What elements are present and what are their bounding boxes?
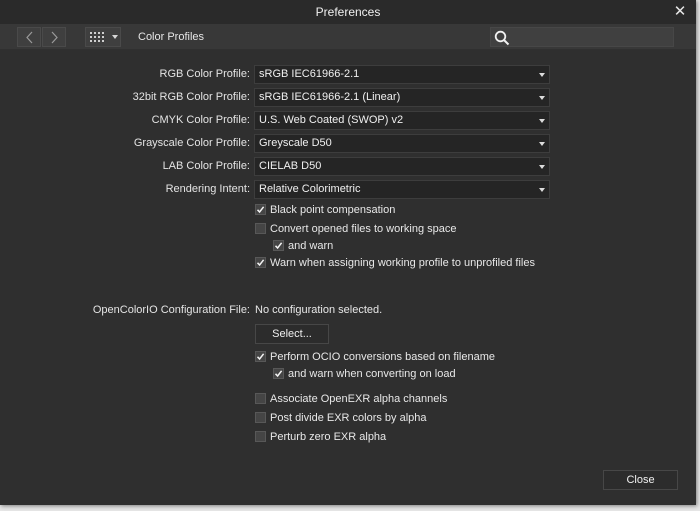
rendering-intent-label: Rendering Intent: [165,183,250,195]
checkmark-icon [256,259,265,267]
window-title: Preferences [315,5,381,19]
checkmark-icon [256,206,265,214]
forward-button[interactable] [42,27,66,47]
section-title: Color Profiles [138,31,205,43]
checkbox-label: Warn when assigning working profile to u… [270,257,535,269]
lab-profile-label: LAB Color Profile: [162,160,250,172]
cmyk-profile-dropdown[interactable]: U.S. Web Coated (SWOP) v2 [254,111,550,130]
checkbox[interactable] [255,431,266,442]
checkbox[interactable] [255,223,266,234]
checkbox[interactable] [273,240,284,251]
cmyk-profile-label: CMYK Color Profile: [151,114,250,126]
chevron-left-icon [26,31,33,44]
dropdown-arrow-icon [539,73,545,77]
lab-profile-dropdown[interactable]: CIELAB D50 [254,157,550,176]
checkbox-label: Perform OCIO conversions based on filena… [270,351,495,363]
dropdown-arrow-icon [539,165,545,169]
toolbar: Color Profiles [0,24,696,50]
checkbox-label: Associate OpenEXR alpha channels [270,393,448,405]
search-icon [494,30,510,46]
select-ocio-config-button[interactable]: Select... [255,324,329,344]
rendering-intent-dropdown[interactable]: Relative Colorimetric [254,180,550,199]
search-input[interactable] [513,29,671,45]
dropdown-arrow-icon [539,96,545,100]
grid-icon [90,32,104,42]
dropdown-value: sRGB IEC61966-2.1 [259,68,360,80]
rgb32-profile-label: 32bit RGB Color Profile: [132,91,250,103]
checkbox-label: and warn [288,240,334,252]
close-window-icon[interactable]: ✕ [672,0,688,24]
chevron-right-icon [51,31,58,44]
checkbox[interactable] [255,204,266,215]
preferences-window: Preferences ✕ Color Profiles RGB Color P… [0,0,696,505]
rgb-profile-label: RGB Color Profile: [159,68,250,80]
checkbox-label: Post divide EXR colors by alpha [270,412,427,424]
checkmark-icon [274,242,283,250]
checkbox[interactable] [255,257,266,268]
dropdown-value: Relative Colorimetric [259,183,361,195]
close-button[interactable]: Close [603,470,678,490]
checkmark-icon [256,353,265,361]
grayscale-profile-dropdown[interactable]: Greyscale D50 [254,134,550,153]
rgb-profile-dropdown[interactable]: sRGB IEC61966-2.1 [254,65,550,84]
title-bar: Preferences ✕ [0,0,696,24]
dropdown-arrow-icon [539,142,545,146]
search-box[interactable] [490,27,674,47]
dropdown-value: Greyscale D50 [259,137,332,149]
checkbox[interactable] [255,412,266,423]
checkbox[interactable] [255,351,266,362]
rgb32-profile-dropdown[interactable]: sRGB IEC61966-2.1 (Linear) [254,88,550,107]
categories-grid-button[interactable] [85,27,121,47]
checkbox-label: Convert opened files to working space [270,223,457,235]
back-button[interactable] [17,27,41,47]
checkbox[interactable] [273,368,284,379]
checkmark-icon [274,370,283,378]
checkbox[interactable] [255,393,266,404]
dropdown-value: U.S. Web Coated (SWOP) v2 [259,114,404,126]
checkbox-label: Black point compensation [270,204,396,216]
dropdown-arrow-icon [539,119,545,123]
dropdown-arrow-icon [539,188,545,192]
ocio-config-value: No configuration selected. [255,304,383,316]
dropdown-value: sRGB IEC61966-2.1 (Linear) [259,91,401,103]
checkbox-label: and warn when converting on load [288,368,456,380]
ocio-config-label: OpenColorIO Configuration File: [92,304,250,316]
checkbox-label: Perturb zero EXR alpha [270,431,387,443]
caret-down-icon [112,35,118,39]
dropdown-value: CIELAB D50 [259,160,322,172]
grayscale-profile-label: Grayscale Color Profile: [133,137,250,149]
